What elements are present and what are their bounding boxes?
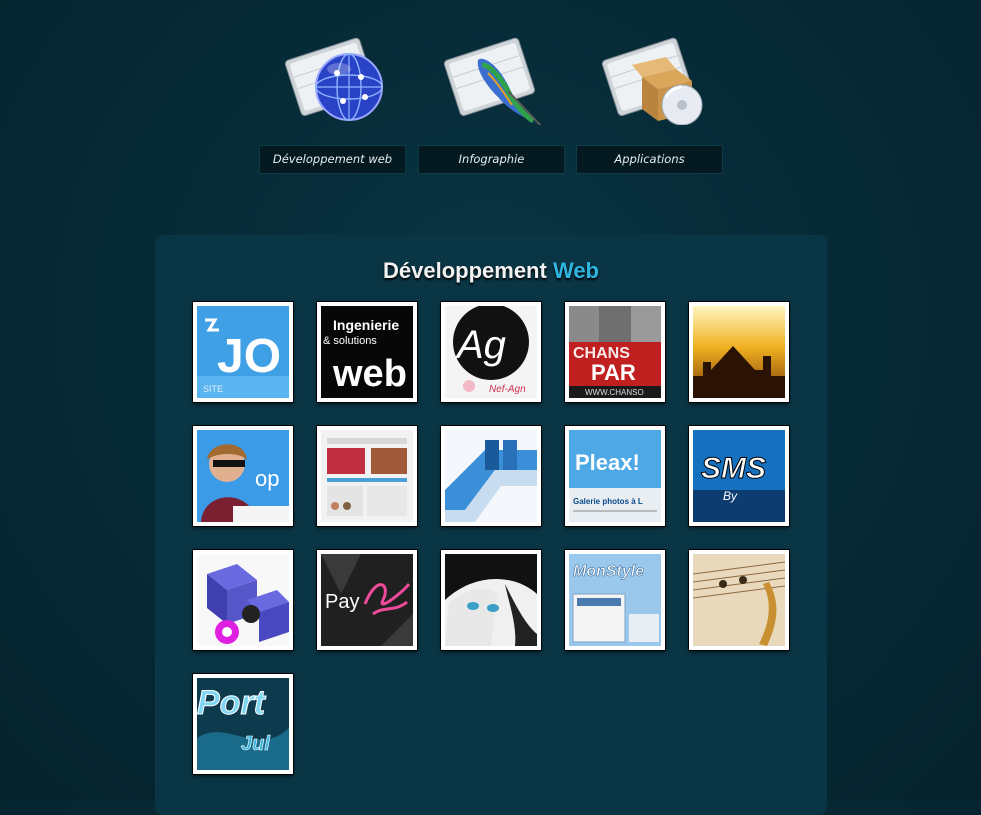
thumbnail-image [693,306,785,398]
thumbnail-image [445,554,537,646]
thumbnail-image [197,554,289,646]
thumb-text: MonStyle [573,563,644,580]
project-thumbnail-portrait-op[interactable]: op [193,426,293,526]
section-title-accent: Web [552,258,599,283]
nav-item-infographie[interactable]: Infographie [418,25,565,175]
thumb-big: web [332,353,407,395]
thumb-text: op [255,466,279,491]
thumbnail-image: Ingenierie & solutions web [321,306,413,398]
nav-item-developpement-web[interactable]: Développement web [259,25,406,175]
project-thumbnail-chanson-paris[interactable]: CHANS PAR WWW.CHANSO [565,302,665,402]
thumb-sub: PAR [591,360,636,385]
project-thumbnail-portfolio-jul[interactable]: Port Jul [193,674,293,774]
thumbnail-image: Pleax! Galerie photos à L [569,430,661,522]
project-thumbnail-ag[interactable]: Ag Nef-Agn [441,302,541,402]
thumbnail-image: CHANS PAR WWW.CHANSO [569,306,661,398]
thumb-sub: Nef-Agn [489,384,526,395]
project-thumbnail-pay[interactable]: Pay [317,550,417,650]
thumbnail-image: SMS By [693,430,785,522]
feather-folder-icon [443,37,542,125]
thumb-sub: & solutions [323,335,377,347]
thumb-sub: Jul [241,733,270,755]
nav-label-infographie[interactable]: Infographie [418,145,565,174]
thumbnail-image: Ag Nef-Agn [445,306,537,398]
thumbnail-image [693,554,785,646]
section-title: Développement Web [155,258,827,284]
project-thumbnail-manga-portrait[interactable] [441,550,541,650]
project-thumbnail-pleax[interactable]: Pleax! Galerie photos à L [565,426,665,526]
thumbnail-image [321,430,413,522]
thumb-text: JO [217,330,281,383]
thumb-text: Ag [455,323,506,367]
nav-label-developpement-web[interactable]: Développement web [259,145,406,174]
project-thumbnail-ingenierie-web[interactable]: Ingenierie & solutions web [317,302,417,402]
thumbnail-image: Pay [321,554,413,646]
thumb-small: WWW.CHANSO [585,388,644,397]
thumbnail-image: Port Jul [197,678,289,770]
thumbnail-image: MonStyle [569,554,661,646]
thumb-text: Port [197,684,267,722]
project-thumbnail-monstyle[interactable]: MonStyle [565,550,665,650]
nav-item-applications[interactable]: Applications [576,25,723,175]
globe-folder-icon [284,37,383,121]
project-thumbnail-music[interactable] [689,550,789,650]
project-thumbnail-sms[interactable]: SMS By [689,426,789,526]
thumb-text: Pleax! [575,450,640,475]
project-thumbnail-cubes[interactable] [193,550,293,650]
thumb-sub: Galerie photos à L [573,497,643,506]
thumbnail-image: op [197,430,289,522]
thumb-text: SMS [701,452,766,485]
project-thumbnail-jo[interactable]: JO SITE [193,302,293,402]
thumb-text: Pay [325,591,359,613]
project-thumbnail-3d-logo[interactable] [441,426,541,526]
thumbnail-image: JO SITE [197,306,289,398]
project-thumbnail-sunset[interactable] [689,302,789,402]
thumb-sub: By [723,489,738,503]
nav-label-applications[interactable]: Applications [576,145,723,174]
project-thumbnail-website-mockup[interactable] [317,426,417,526]
thumb-text: Ingenierie [333,317,399,333]
thumbnail-image [445,430,537,522]
category-nav: Développement web Infographie Applicatio… [259,25,729,175]
thumb-sub: SITE [203,384,223,394]
section-title-main: Développement [383,258,547,283]
box-cd-folder-icon [601,37,703,125]
